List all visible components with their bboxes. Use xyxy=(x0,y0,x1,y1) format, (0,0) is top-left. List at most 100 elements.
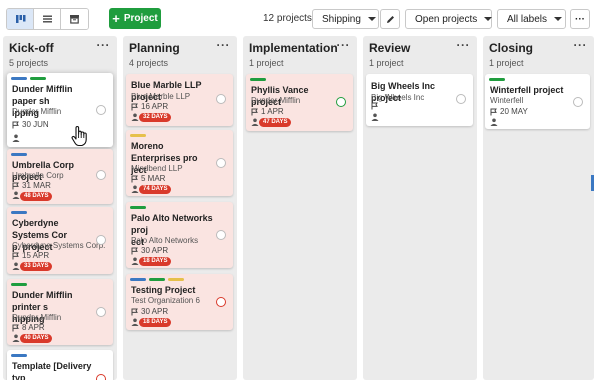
person-icon[interactable] xyxy=(131,185,139,193)
edit-pipeline-button[interactable] xyxy=(380,9,400,29)
flag-icon[interactable] xyxy=(371,102,378,110)
project-card[interactable]: Winterfell project Winterfell 20 MAY xyxy=(485,74,590,129)
project-card[interactable]: Dunder Mifflin paper sh ipping Dunder Mif… xyxy=(7,73,113,147)
complete-checkbox[interactable] xyxy=(96,170,106,180)
flag-icon xyxy=(131,103,138,110)
complete-checkbox[interactable] xyxy=(336,97,346,107)
project-card[interactable]: Testing Project Test Organization 6 30 A… xyxy=(126,274,233,330)
card-labels xyxy=(130,134,146,137)
view-switcher xyxy=(6,8,89,30)
flag-icon xyxy=(131,175,138,182)
pencil-icon xyxy=(386,15,394,23)
label-green xyxy=(11,283,27,286)
label-blue xyxy=(130,278,146,281)
person-icon[interactable] xyxy=(131,318,139,326)
card-labels xyxy=(11,354,27,357)
card-labels xyxy=(11,77,46,80)
flag-icon xyxy=(490,108,497,115)
card-due-date: 30 APR xyxy=(131,307,168,316)
plus-icon: + xyxy=(112,10,120,26)
labels-filter-label: All labels xyxy=(507,13,548,25)
card-organization: Dunder Mifflin xyxy=(12,313,62,322)
add-project-button[interactable]: + Project xyxy=(109,8,161,29)
stage-count: 4 projects xyxy=(129,58,169,68)
label-yellow xyxy=(168,278,184,281)
project-card[interactable]: Palo Alto Networks proj ect Palo Alto Net… xyxy=(126,202,233,268)
chevron-down-icon xyxy=(554,17,563,21)
board-view-button[interactable] xyxy=(7,9,34,29)
chevron-down-icon xyxy=(484,17,493,21)
card-organization: Big Wheels Inc xyxy=(371,93,425,102)
stage-menu-icon[interactable]: ··· xyxy=(337,38,351,52)
card-due-date: 30 APR xyxy=(131,246,168,255)
archive-view-button[interactable] xyxy=(61,9,88,29)
label-green xyxy=(149,278,165,281)
complete-checkbox[interactable] xyxy=(456,94,466,104)
card-organization: Test Organization 6 xyxy=(131,296,200,305)
card-labels xyxy=(130,206,146,209)
label-green xyxy=(250,78,266,81)
label-green xyxy=(30,77,46,80)
person-icon[interactable] xyxy=(131,113,139,121)
person-icon[interactable] xyxy=(251,118,259,126)
person-icon[interactable] xyxy=(371,113,379,121)
list-view-button[interactable] xyxy=(34,9,61,29)
flag-icon xyxy=(12,121,19,128)
stage-count: 1 project xyxy=(249,58,284,68)
card-labels xyxy=(11,283,27,286)
stage-column-closing: Closing 1 project ··· Winterfell project… xyxy=(483,36,594,380)
person-icon[interactable] xyxy=(131,257,139,265)
project-card[interactable]: Phyllis Vance project Dunder Mifflin 1 A… xyxy=(246,74,353,131)
more-options-button[interactable]: ··· xyxy=(570,9,590,29)
project-card[interactable]: Dunder Mifflin printer s hipping Dunder M… xyxy=(7,279,113,345)
complete-checkbox[interactable] xyxy=(216,230,226,240)
stage-menu-icon[interactable]: ··· xyxy=(97,38,111,52)
card-organization: Blue Marble LLP xyxy=(131,92,191,101)
complete-checkbox[interactable] xyxy=(216,158,226,168)
project-card[interactable]: Moreno Enterprises pro ject Mindbend LLP … xyxy=(126,130,233,196)
complete-checkbox[interactable] xyxy=(96,307,106,317)
label-blue xyxy=(11,211,27,214)
card-organization: Palo Alto Networks xyxy=(131,236,199,245)
person-icon[interactable] xyxy=(490,118,498,126)
stage-menu-icon[interactable]: ··· xyxy=(217,38,231,52)
label-yellow xyxy=(130,134,146,137)
flag-icon xyxy=(131,308,138,315)
card-due-date: 5 MAR xyxy=(131,174,165,183)
complete-checkbox[interactable] xyxy=(96,105,106,115)
complete-checkbox[interactable] xyxy=(573,97,583,107)
person-icon[interactable] xyxy=(12,191,20,199)
project-card[interactable]: Blue Marble LLP project Blue Marble LLP … xyxy=(126,74,233,126)
labels-filter[interactable]: All labels xyxy=(497,9,566,29)
overdue-badge: 40 DAYS xyxy=(20,334,53,343)
person-icon[interactable] xyxy=(12,334,20,342)
project-card[interactable]: Template [Delivery typ xyxy=(7,350,113,380)
pipeline-select[interactable]: Shipping xyxy=(312,9,379,29)
board-view-icon xyxy=(15,15,25,23)
stage-menu-icon[interactable]: ··· xyxy=(457,38,471,52)
complete-checkbox[interactable] xyxy=(96,374,106,380)
project-status-filter[interactable]: Open projects xyxy=(405,9,493,29)
stage-count: 1 project xyxy=(369,58,404,68)
stage-title: Planning xyxy=(129,41,180,55)
card-due-date: 15 APR xyxy=(12,251,49,260)
list-view-icon xyxy=(42,15,52,23)
card-title: Template [Delivery typ xyxy=(12,361,92,380)
person-icon[interactable] xyxy=(12,262,20,270)
card-organization: Dunder Mifflin xyxy=(251,96,301,105)
card-organization: Winterfell xyxy=(490,96,524,105)
complete-checkbox[interactable] xyxy=(96,235,106,245)
stage-column-implementation: Implementation 1 project ··· Phyllis Van… xyxy=(243,36,357,380)
project-card[interactable]: Cyberdyne Systems Cor p. project Cyberdyn… xyxy=(7,207,113,274)
project-card[interactable]: Umbrella Corp project Umbrella Corp 31 M… xyxy=(7,149,113,204)
person-icon[interactable] xyxy=(12,134,20,142)
complete-checkbox[interactable] xyxy=(216,297,226,307)
label-blue xyxy=(11,77,27,80)
toolbar: + Project 12 projects Shipping Open proj… xyxy=(0,0,594,36)
project-card[interactable]: Big Wheels Inc project Big Wheels Inc xyxy=(366,74,473,126)
archive-icon xyxy=(70,15,79,24)
complete-checkbox[interactable] xyxy=(216,94,226,104)
stage-title: Kick-off xyxy=(9,41,54,55)
card-organization: Dunder Mifflin xyxy=(12,107,62,116)
stage-menu-icon[interactable]: ··· xyxy=(574,38,588,52)
